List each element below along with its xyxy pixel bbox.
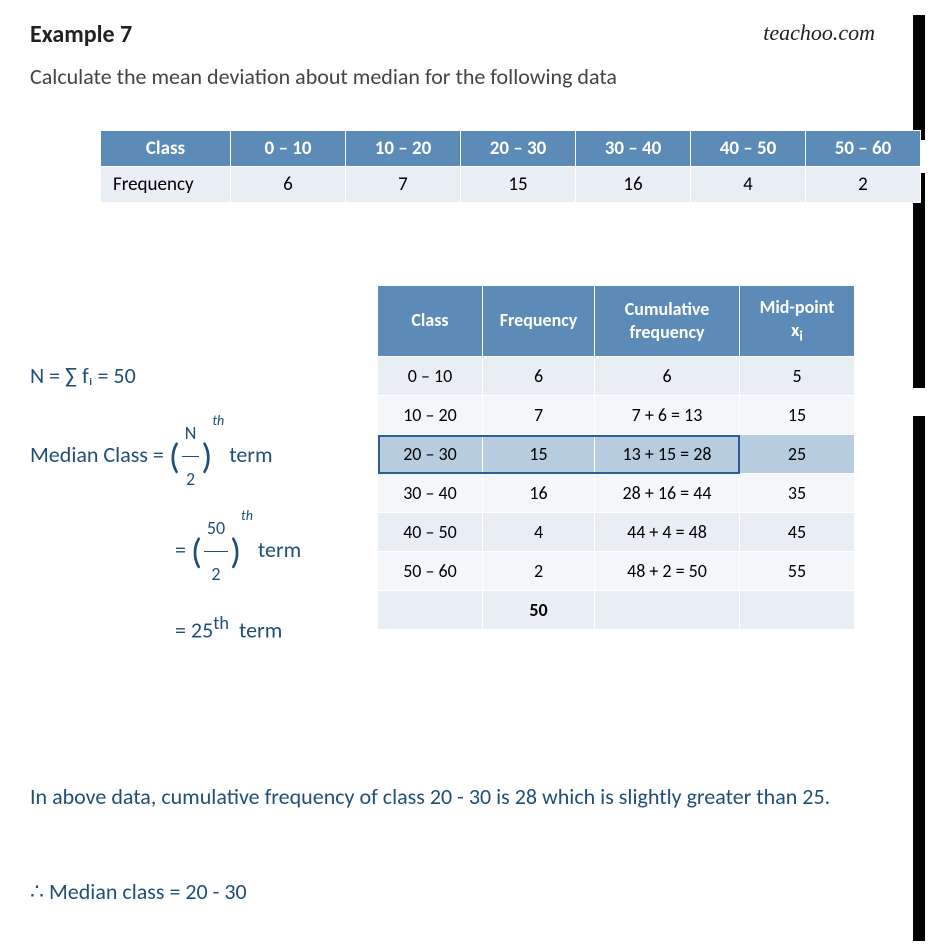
table-row-total: 50 bbox=[378, 591, 855, 630]
freq-cell: 6 bbox=[231, 167, 346, 203]
freq-cell: 16 bbox=[576, 167, 691, 203]
table-cell: 50 – 60 bbox=[378, 552, 483, 591]
total-cell bbox=[378, 591, 483, 630]
conclusion-text-1: In above data, cumulative frequency of c… bbox=[30, 775, 900, 819]
col-header: 10 – 20 bbox=[346, 131, 461, 167]
freq-cell: 15 bbox=[461, 167, 576, 203]
total-cell bbox=[740, 591, 855, 630]
table-cell: 10 – 20 bbox=[378, 396, 483, 435]
table-row: 0 – 10665 bbox=[378, 357, 855, 396]
table-cell: 15 bbox=[483, 435, 595, 474]
col-header: 40 – 50 bbox=[691, 131, 806, 167]
brand-watermark: teachoo.com bbox=[763, 20, 875, 46]
total-cell: 50 bbox=[483, 591, 595, 630]
table-cell: 7 bbox=[483, 396, 595, 435]
table-cell: 45 bbox=[740, 513, 855, 552]
table-cell: 55 bbox=[740, 552, 855, 591]
median-class-result: = 25th term bbox=[30, 601, 301, 657]
table-cell: 2 bbox=[483, 552, 595, 591]
col-header: Class bbox=[378, 286, 483, 357]
freq-cell: 2 bbox=[806, 167, 921, 203]
col-header: Frequency bbox=[483, 286, 595, 357]
table-cell: 16 bbox=[483, 474, 595, 513]
table-cell: 13 + 15 = 28 bbox=[595, 435, 740, 474]
table-row: 40 – 50444 + 4 = 4845 bbox=[378, 513, 855, 552]
table-row: 10 – 2077 + 6 = 1315 bbox=[378, 396, 855, 435]
table-cell: 7 + 6 = 13 bbox=[595, 396, 740, 435]
median-class-formula: Median Class = (N2)th term bbox=[30, 411, 301, 502]
conclusion-text-2: ∴ Median class = 20 - 30 bbox=[30, 870, 900, 914]
freq-cell: 4 bbox=[691, 167, 806, 203]
sum-n-line: N = ∑ fᵢ = 50 bbox=[30, 348, 301, 403]
divider bbox=[913, 173, 925, 388]
solution-steps: N = ∑ fᵢ = 50 Median Class = (N2)th term… bbox=[30, 348, 301, 657]
col-header: 20 – 30 bbox=[461, 131, 576, 167]
table-cell: 40 – 50 bbox=[378, 513, 483, 552]
table-cell: 35 bbox=[740, 474, 855, 513]
table-cell: 25 bbox=[740, 435, 855, 474]
col-header: 50 – 60 bbox=[806, 131, 921, 167]
total-cell bbox=[595, 591, 740, 630]
table-row: 50 – 60248 + 2 = 5055 bbox=[378, 552, 855, 591]
table-cell: 20 – 30 bbox=[378, 435, 483, 474]
table-cell: 28 + 16 = 44 bbox=[595, 474, 740, 513]
table-row: 30 – 401628 + 16 = 4435 bbox=[378, 474, 855, 513]
table-cell: 6 bbox=[483, 357, 595, 396]
col-header: Mid-pointxi bbox=[740, 286, 855, 357]
cumulative-frequency-table: ClassFrequencyCumulativefrequencyMid-poi… bbox=[377, 285, 855, 630]
question-text: Calculate the mean deviation about media… bbox=[30, 60, 890, 93]
table-cell: 30 – 40 bbox=[378, 474, 483, 513]
table-cell: 48 + 2 = 50 bbox=[595, 552, 740, 591]
col-header: Class bbox=[101, 131, 231, 167]
example-title: Example 7 bbox=[30, 20, 132, 49]
table-cell: 4 bbox=[483, 513, 595, 552]
table-cell: 15 bbox=[740, 396, 855, 435]
freq-cell: 7 bbox=[346, 167, 461, 203]
table-row-median: 20 – 301513 + 15 = 2825 bbox=[378, 435, 855, 474]
divider bbox=[913, 416, 925, 941]
col-header: 30 – 40 bbox=[576, 131, 691, 167]
table-cell: 5 bbox=[740, 357, 855, 396]
row-label: Frequency bbox=[101, 167, 231, 203]
table-cell: 44 + 4 = 48 bbox=[595, 513, 740, 552]
col-header: 0 – 10 bbox=[231, 131, 346, 167]
median-class-sub: = (502)th term bbox=[30, 506, 301, 597]
divider bbox=[913, 15, 925, 140]
table-cell: 0 – 10 bbox=[378, 357, 483, 396]
table-cell: 6 bbox=[595, 357, 740, 396]
data-table-given: Class0 – 1010 – 2020 – 3030 – 4040 – 505… bbox=[100, 130, 921, 203]
col-header: Cumulativefrequency bbox=[595, 286, 740, 357]
